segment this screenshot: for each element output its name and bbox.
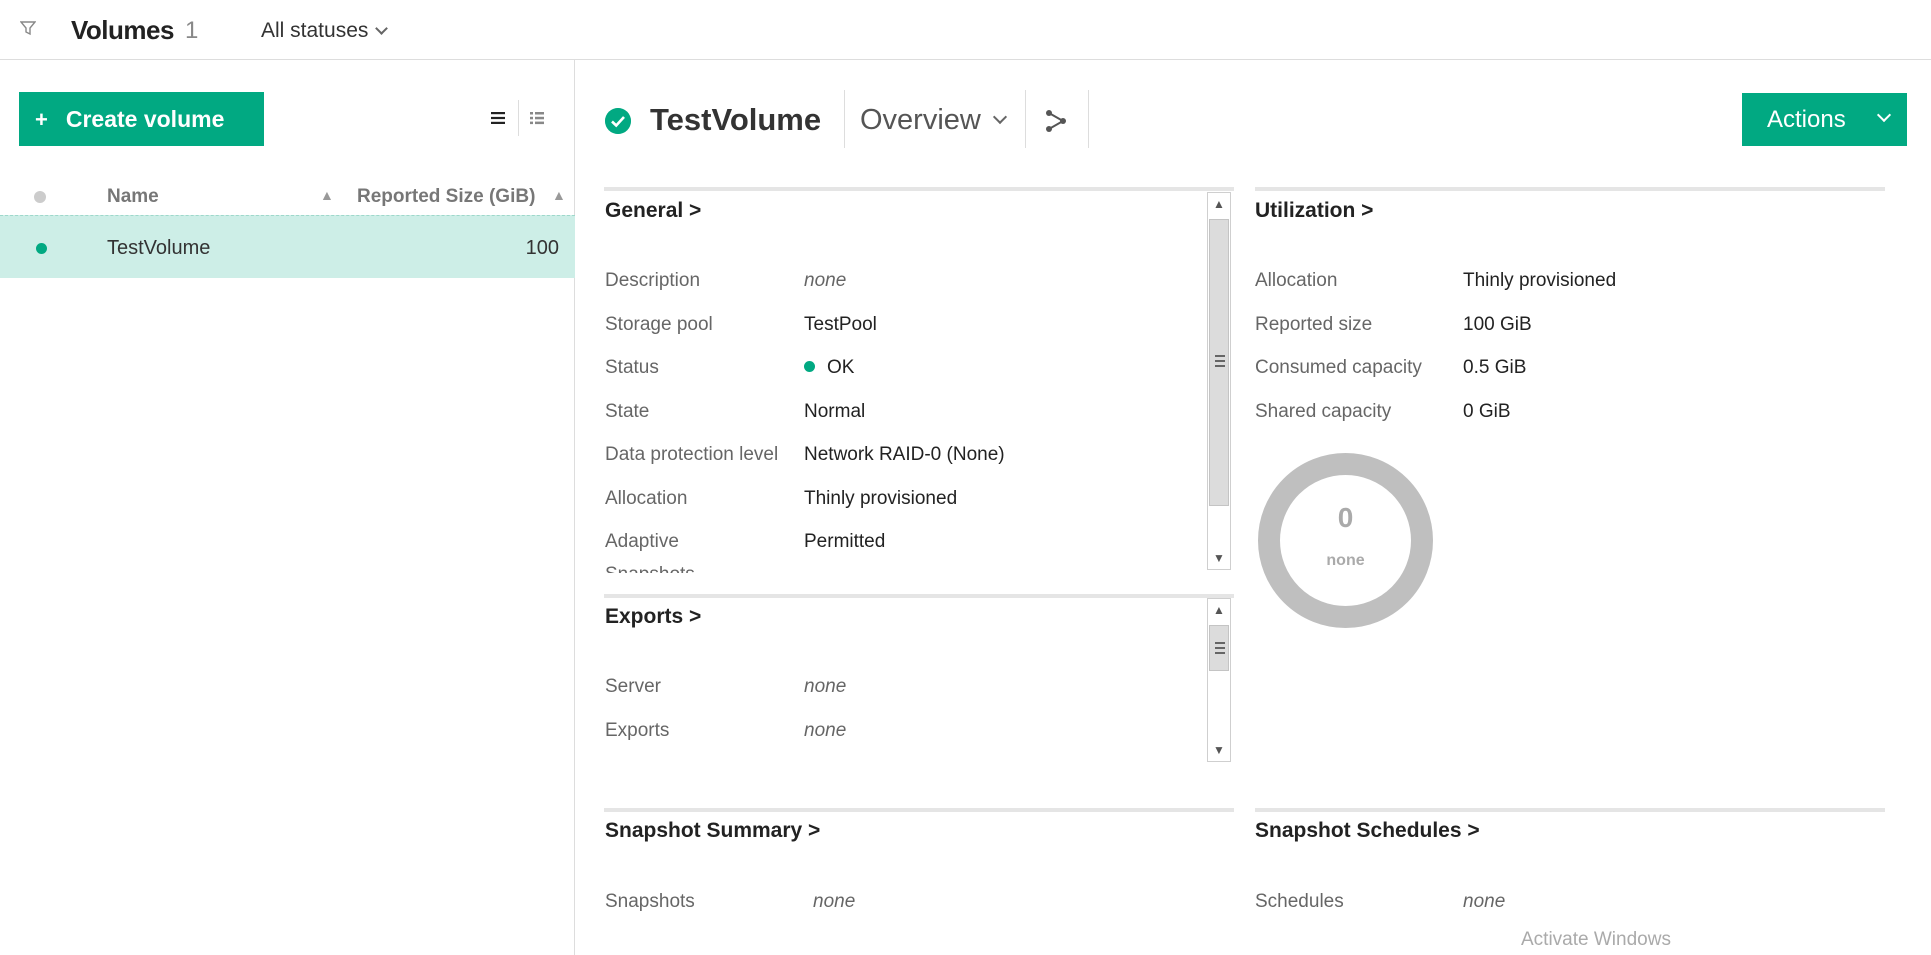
exports-label: Exports xyxy=(605,720,670,741)
state-label: State xyxy=(605,401,650,422)
snapshots-label-partial: Snapshots xyxy=(605,564,695,573)
exports-section-title[interactable]: Exports > xyxy=(605,605,701,629)
create-volume-label: Create volume xyxy=(65,105,225,132)
view-selector-dropdown[interactable]: Overview xyxy=(860,104,1007,137)
status-filter-dropdown[interactable]: All statuses xyxy=(261,19,389,43)
sort-icon[interactable]: ▲ xyxy=(320,187,334,203)
exports-value: none xyxy=(804,720,847,741)
scrollbar-thumb[interactable] xyxy=(1209,219,1229,506)
status-column-icon[interactable] xyxy=(34,191,46,203)
snapshot-summary-title[interactable]: Snapshot Summary > xyxy=(605,819,820,843)
util-allocation-value: Thinly provisioned xyxy=(1463,270,1617,291)
list-view-icon[interactable] xyxy=(490,110,506,126)
storage-pool-value: TestPool xyxy=(804,314,877,335)
status-ok-icon xyxy=(804,361,815,372)
view-toggle-divider xyxy=(518,100,519,136)
table-header: Name ▲ Reported Size (GiB) ▲ xyxy=(0,178,575,210)
state-value: Normal xyxy=(804,401,866,422)
scroll-up-icon[interactable]: ▲ xyxy=(1208,599,1230,621)
status-ok-icon xyxy=(605,108,631,134)
create-volume-button[interactable]: + Create volume xyxy=(19,92,264,146)
schedules-label: Schedules xyxy=(1255,891,1344,912)
snapshots-label: Snapshots xyxy=(605,891,695,912)
allocation-label: Allocation xyxy=(605,488,688,509)
description-label: Description xyxy=(605,270,701,291)
volume-list-panel: + Create volume Name ▲ Reported Size (GiB… xyxy=(0,60,575,955)
plus-icon: + xyxy=(35,106,48,132)
grid-view-icon[interactable] xyxy=(529,110,545,126)
description-value: none xyxy=(804,270,847,291)
util-allocation-label: Allocation xyxy=(1255,270,1338,291)
actions-button[interactable]: Actions xyxy=(1742,93,1907,146)
row-name: TestVolume xyxy=(107,237,211,259)
section-divider xyxy=(1255,808,1885,812)
volume-title: TestVolume xyxy=(650,102,822,137)
scroll-down-icon[interactable]: ▼ xyxy=(1208,547,1230,569)
general-section: General > Description none Storage pool … xyxy=(600,190,1205,573)
consumed-capacity-label: Consumed capacity xyxy=(1255,357,1422,378)
section-divider xyxy=(604,594,1234,598)
utilization-donut-chart xyxy=(1258,453,1433,628)
donut-value: 0 xyxy=(1337,502,1354,533)
server-value: none xyxy=(804,676,847,697)
activate-windows-watermark: Activate Windows xyxy=(1521,929,1671,950)
section-divider xyxy=(1255,187,1885,191)
size-column-header[interactable]: Reported Size (GiB) xyxy=(357,186,535,208)
status-label: Status xyxy=(605,357,659,378)
page-title: Volumes xyxy=(71,15,174,45)
scroll-up-icon[interactable]: ▲ xyxy=(1208,193,1230,215)
shared-capacity-value: 0 GiB xyxy=(1463,401,1511,422)
data-protection-value: Network RAID-0 (None) xyxy=(804,444,1005,465)
table-row[interactable]: TestVolume 100 xyxy=(0,215,575,278)
adaptive-value: Permitted xyxy=(804,531,886,552)
header-divider xyxy=(844,90,845,148)
section-divider xyxy=(604,808,1234,812)
storage-pool-label: Storage pool xyxy=(605,314,713,335)
allocation-value: Thinly provisioned xyxy=(804,488,958,509)
chevron-down-icon xyxy=(992,109,1007,125)
schedules-value: none xyxy=(1463,891,1506,912)
top-bar: Volumes 1 All statuses xyxy=(0,0,1931,60)
snapshot-schedules-title[interactable]: Snapshot Schedules > xyxy=(1255,819,1480,843)
reported-size-value: 100 GiB xyxy=(1463,314,1532,335)
status-value: OK xyxy=(827,357,855,378)
status-ok-icon xyxy=(36,243,47,254)
general-section-title[interactable]: General > xyxy=(605,199,701,223)
server-label: Server xyxy=(605,676,661,697)
chevron-down-icon xyxy=(1876,107,1892,123)
sort-icon[interactable]: ▲ xyxy=(552,187,566,203)
shared-capacity-label: Shared capacity xyxy=(1255,401,1392,422)
filter-icon[interactable] xyxy=(20,20,36,36)
header-divider xyxy=(1088,90,1089,148)
utilization-section-title[interactable]: Utilization > xyxy=(1255,199,1373,223)
status-filter-label: All statuses xyxy=(261,19,369,42)
header-divider xyxy=(1025,90,1026,148)
scroll-down-icon[interactable]: ▼ xyxy=(1208,739,1230,761)
exports-scrollbar[interactable]: ▲ ▼ xyxy=(1207,598,1231,762)
volume-count: 1 xyxy=(185,17,199,44)
chevron-down-icon xyxy=(375,22,389,35)
donut-label: none xyxy=(1326,552,1365,569)
map-view-icon[interactable] xyxy=(1044,108,1068,134)
reported-size-label: Reported size xyxy=(1255,314,1373,335)
data-protection-label: Data protection level xyxy=(605,444,779,465)
actions-label: Actions xyxy=(1767,105,1846,133)
snapshots-value: none xyxy=(813,891,856,912)
scrollbar-thumb[interactable] xyxy=(1209,625,1229,671)
general-scrollbar[interactable]: ▲ ▼ xyxy=(1207,192,1231,570)
adaptive-label: Adaptive xyxy=(605,531,679,552)
view-selector-label: Overview xyxy=(860,104,981,136)
consumed-capacity-value: 0.5 GiB xyxy=(1463,357,1527,378)
row-size: 100 xyxy=(525,237,559,259)
status-value-wrap: OK xyxy=(804,357,854,379)
name-column-header[interactable]: Name xyxy=(107,186,159,208)
